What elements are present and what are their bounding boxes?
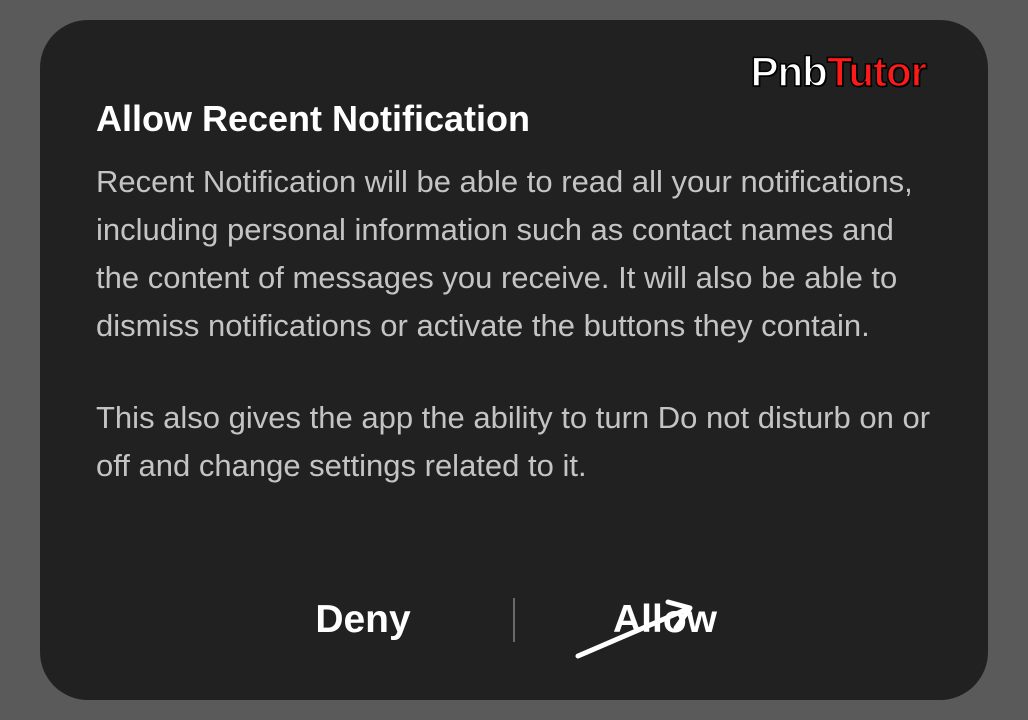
dialog-paragraph-2: This also gives the app the ability to t…	[96, 394, 932, 490]
dialog-title: Allow Recent Notification	[96, 98, 932, 140]
dialog-actions: Deny Allow	[40, 588, 988, 652]
allow-button[interactable]: Allow	[515, 588, 815, 652]
dialog-paragraph-1: Recent Notification will be able to read…	[96, 158, 932, 350]
dialog-body: Recent Notification will be able to read…	[96, 158, 932, 490]
brand-logo: PnbTutor	[750, 48, 926, 96]
logo-text-tutor: Tutor	[827, 48, 926, 95]
deny-button[interactable]: Deny	[213, 588, 513, 652]
permission-dialog: PnbTutor Allow Recent Notification Recen…	[40, 20, 988, 700]
logo-text-pnb: Pnb	[750, 48, 826, 95]
